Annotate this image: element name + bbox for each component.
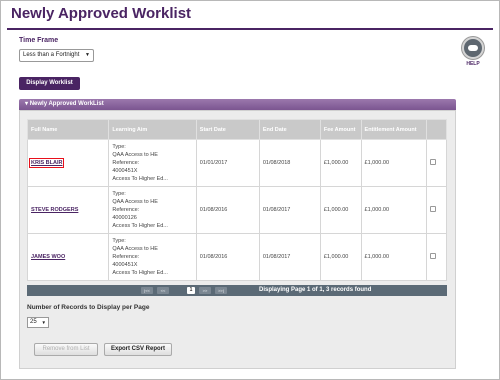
aim-type-label: Type: <box>112 238 126 244</box>
aim-type-value: QAA Access to HE <box>112 152 158 158</box>
aim-title: Access To Higher Ed... <box>112 270 168 276</box>
col-end-date[interactable]: End Date <box>258 119 321 140</box>
aim-type-label: Type: <box>112 144 126 150</box>
cell-full-name: STEVE RODGERS <box>26 186 110 234</box>
cell-end-date: 01/08/2018 <box>258 139 321 187</box>
pagination-bar: |<< << 1 >> >>| Displaying Page 1 of 1, … <box>27 285 447 296</box>
cell-learning-aim: Type: QAA Access to HE Reference: 400045… <box>108 139 197 187</box>
records-per-page-value: 25 <box>30 319 37 325</box>
help-icon <box>462 37 484 59</box>
table-row: STEVE RODGERS Type: QAA Access to HE Ref… <box>26 186 448 234</box>
cell-learning-aim: Type: QAA Access to HE Reference: 400001… <box>108 186 197 234</box>
title-divider <box>7 28 493 30</box>
aim-type-value: QAA Access to HE <box>112 199 158 205</box>
aim-title: Access To Higher Ed... <box>112 176 168 182</box>
records-per-page-label: Number of Records to Display per Page <box>27 304 150 311</box>
cell-fee-amount: £1,000.00 <box>319 139 362 187</box>
cell-entitlement-amount: £1,000.00 <box>360 233 427 281</box>
display-worklist-button[interactable]: Display Worklist <box>19 77 80 90</box>
cell-full-name: KRIS BLAIR <box>26 139 110 187</box>
cell-start-date: 01/08/2016 <box>195 186 260 234</box>
worklist-table: Full Name Learning Aim Start Date End Da… <box>26 119 448 281</box>
learner-link[interactable]: KRIS BLAIR <box>28 158 65 168</box>
aim-reference-value: 4000451X <box>112 262 138 268</box>
pagination-info: Displaying Page 1 of 1, 3 records found <box>259 287 372 293</box>
cell-select <box>425 186 448 234</box>
aim-title: Access To Higher Ed... <box>112 223 168 229</box>
last-page-button[interactable]: >>| <box>215 287 227 294</box>
panel-title: Newly Approved WorkList <box>29 101 104 107</box>
col-entitlement-amount[interactable]: Entitlement Amount <box>360 119 427 140</box>
current-page-number[interactable]: 1 <box>187 287 195 294</box>
time-frame-select[interactable]: Less than a Fortnight ▼ <box>19 49 94 62</box>
next-page-button[interactable]: >> <box>199 287 211 294</box>
cell-select <box>425 139 448 187</box>
aim-reference-value: 40000126 <box>112 215 137 221</box>
page-title: Newly Approved Worklist <box>11 5 192 22</box>
row-checkbox[interactable] <box>429 253 436 259</box>
aim-reference-value: 4000451X <box>112 168 138 174</box>
col-select <box>425 119 448 140</box>
aim-type-value: QAA Access to HE <box>112 246 158 252</box>
collapse-arrow-icon: ▾ <box>25 101 29 107</box>
col-learning-aim[interactable]: Learning Aim <box>108 119 197 140</box>
cell-start-date: 01/01/2017 <box>195 139 260 187</box>
help-button[interactable]: HELP <box>458 37 488 67</box>
cell-end-date: 01/08/2017 <box>258 186 321 234</box>
cell-end-date: 01/08/2017 <box>258 233 321 281</box>
table-row: KRIS BLAIR Type: QAA Access to HE Refere… <box>26 139 448 187</box>
row-checkbox[interactable] <box>429 159 436 165</box>
table-row: JAMES WOO Type: QAA Access to HE Referen… <box>26 233 448 281</box>
aim-type-label: Type: <box>112 191 126 197</box>
col-start-date[interactable]: Start Date <box>195 119 260 140</box>
time-frame-label: Time Frame <box>19 37 59 44</box>
learner-link[interactable]: STEVE RODGERS <box>31 207 78 213</box>
remove-from-list-button[interactable]: Remove from List <box>34 343 98 356</box>
prev-page-button[interactable]: << <box>157 287 169 294</box>
time-frame-value: Less than a Fortnight <box>23 52 80 58</box>
cell-fee-amount: £1,000.00 <box>319 186 362 234</box>
table-header-row: Full Name Learning Aim Start Date End Da… <box>26 119 448 140</box>
cell-learning-aim: Type: QAA Access to HE Reference: 400045… <box>108 233 197 281</box>
col-fee-amount[interactable]: Fee Amount <box>319 119 362 140</box>
aim-reference-label: Reference: <box>112 254 140 260</box>
learner-link[interactable]: JAMES WOO <box>31 254 65 260</box>
aim-reference-label: Reference: <box>112 207 140 213</box>
cell-entitlement-amount: £1,000.00 <box>360 139 427 187</box>
chevron-down-icon: ▼ <box>41 320 46 325</box>
first-page-button[interactable]: |<< <box>141 287 153 294</box>
col-full-name[interactable]: Full Name <box>26 119 110 140</box>
help-label: HELP <box>466 61 480 67</box>
cell-full-name: JAMES WOO <box>26 233 110 281</box>
row-checkbox[interactable] <box>429 206 436 212</box>
window-frame: Newly Approved Worklist Time Frame Less … <box>0 0 500 380</box>
aim-reference-label: Reference: <box>112 160 140 166</box>
worklist-panel-header[interactable]: ▾ Newly Approved WorkList <box>19 99 456 110</box>
cell-entitlement-amount: £1,000.00 <box>360 186 427 234</box>
records-per-page-select[interactable]: 25 ▼ <box>27 317 49 328</box>
cell-start-date: 01/08/2016 <box>195 233 260 281</box>
cell-select <box>425 233 448 281</box>
chevron-down-icon: ▼ <box>85 52 90 58</box>
cell-fee-amount: £1,000.00 <box>319 233 362 281</box>
export-csv-button[interactable]: Export CSV Report <box>104 343 172 356</box>
